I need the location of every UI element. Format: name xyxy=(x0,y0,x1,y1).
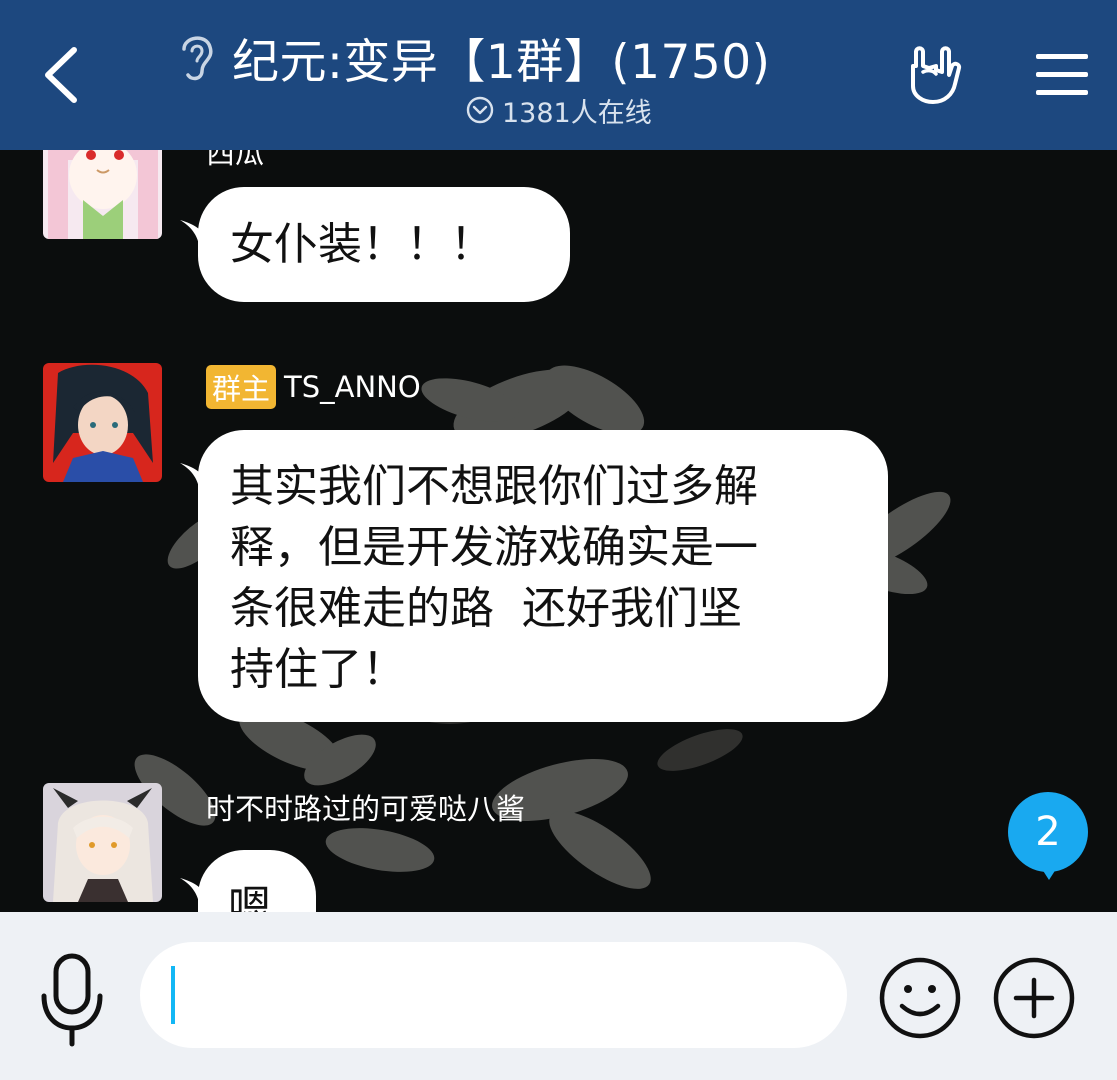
microphone-icon[interactable] xyxy=(38,952,106,1048)
input-bar xyxy=(0,912,1117,1080)
avatar-white-hair-girl xyxy=(43,783,162,902)
title-row[interactable]: 纪元:变异【1群】(1750) xyxy=(172,22,771,92)
avatar[interactable] xyxy=(43,150,162,239)
avatar-pink-hair-girl xyxy=(43,150,162,239)
chevron-down-circle-icon xyxy=(466,96,494,124)
online-count: 1381人在线 xyxy=(502,97,652,129)
avatar[interactable] xyxy=(43,363,162,482)
message-input[interactable] xyxy=(140,942,847,1048)
chat-header: 纪元:变异【1群】(1750) 1381人在线 xyxy=(0,0,1117,150)
unread-count-badge[interactable]: 2 xyxy=(1008,792,1088,872)
sender-name: 群主 TS_ANNO xyxy=(206,365,421,409)
message-list[interactable]: 西瓜 女仆装！！！ 群主 TS_ANNO 其实我们不想跟你们过多解 释，但是开发… xyxy=(0,150,1117,912)
avatar[interactable] xyxy=(43,783,162,902)
smiley-icon[interactable] xyxy=(878,956,962,1040)
avatar-dark-hair-boy xyxy=(43,363,162,482)
hamburger-menu-icon[interactable] xyxy=(1034,50,1090,100)
text-caret xyxy=(171,966,175,1024)
online-status[interactable]: 1381人在线 xyxy=(466,92,652,129)
plus-circle-icon[interactable] xyxy=(992,956,1076,1040)
group-title: 纪元:变异【1群】(1750) xyxy=(232,34,771,90)
message-bubble[interactable]: 嗯 xyxy=(198,850,316,912)
rock-hand-icon[interactable] xyxy=(903,42,965,106)
message-bubble[interactable]: 其实我们不想跟你们过多解 释，但是开发游戏确实是一 条很难走的路 还好我们坚 持… xyxy=(198,430,888,722)
sender-name: 西瓜 xyxy=(206,150,265,170)
owner-badge: 群主 xyxy=(206,365,277,409)
sender-name: 时不时路过的可爱哒八酱 xyxy=(206,792,526,826)
unread-badge-tail xyxy=(1040,866,1058,880)
ear-icon xyxy=(182,36,213,81)
message-bubble[interactable]: 女仆装！！！ xyxy=(198,187,570,302)
back-icon[interactable] xyxy=(36,44,86,106)
